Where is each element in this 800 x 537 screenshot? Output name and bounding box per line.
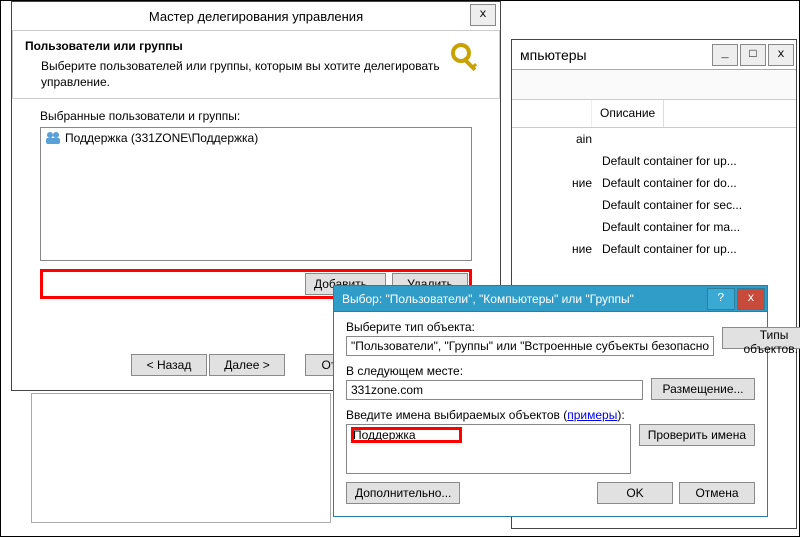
table-row[interactable]: Default container for sec... — [512, 194, 796, 216]
select-close-button[interactable]: x — [737, 288, 765, 310]
list-item-label: Поддержка (331ZONE\Поддержка) — [65, 131, 258, 145]
wizard-subheading: Выберите пользователей или группы, котор… — [25, 59, 447, 90]
wizard-close-button[interactable]: x — [470, 4, 496, 26]
table-row[interactable]: ain — [512, 128, 796, 150]
advanced-button[interactable]: Дополнительно... — [346, 482, 460, 504]
selected-users-label: Выбранные пользователи и группы: — [40, 109, 472, 123]
names-input[interactable]: Поддержка — [346, 424, 631, 474]
table-row[interactable]: Default container for up... — [512, 150, 796, 172]
table-row[interactable]: Default container for ma... — [512, 216, 796, 238]
table-row[interactable]: ниеDefault container for do... — [512, 172, 796, 194]
back-button[interactable]: < Назад — [131, 354, 207, 376]
bg-titlebar: мпьютеры _ □ x — [512, 40, 796, 70]
select-objects-dialog: Выбор: "Пользователи", "Компьютеры" или … — [333, 285, 768, 517]
table-row[interactable]: ниеDefault container for up... — [512, 238, 796, 260]
object-types-button[interactable]: Типы объектов... — [722, 327, 800, 349]
wizard-heading: Пользователи или группы — [25, 39, 447, 53]
wizard-header: Пользователи или группы Выберите пользов… — [12, 30, 500, 99]
ok-button[interactable]: OK — [597, 482, 673, 504]
group-icon — [45, 130, 61, 146]
select-cancel-button[interactable]: Отмена — [679, 482, 755, 504]
names-label: Введите имена выбираемых объектов (приме… — [346, 408, 631, 422]
list-item[interactable]: Поддержка (331ZONE\Поддержка) — [41, 128, 471, 148]
bg-maximize-button[interactable]: □ — [740, 44, 766, 66]
wizard-titlebar: Мастер делегирования управления x — [12, 2, 500, 30]
location-field: 331zone.com — [346, 380, 643, 400]
object-type-label: Выберите тип объекта: — [346, 320, 714, 334]
bg-column-headers: Описание — [512, 100, 796, 128]
bg-rows: ain Default container for up... ниеDefau… — [512, 128, 796, 260]
select-title: Выбор: "Пользователи", "Компьютеры" или … — [334, 292, 707, 306]
examples-link[interactable]: примеры — [567, 408, 617, 422]
wizard-title: Мастер делегирования управления — [149, 9, 363, 24]
bg-close-button[interactable]: x — [768, 44, 794, 66]
key-icon — [447, 39, 487, 79]
col-description[interactable]: Описание — [592, 100, 664, 127]
location-label: В следующем месте: — [346, 364, 643, 378]
bg-toolbar — [512, 70, 796, 100]
object-type-field: "Пользователи", "Группы" или "Встроенные… — [346, 336, 714, 356]
select-titlebar: Выбор: "Пользователи", "Компьютеры" или … — [334, 286, 767, 312]
names-input-value: Поддержка — [351, 427, 462, 443]
next-button[interactable]: Далее > — [209, 354, 285, 376]
locations-button[interactable]: Размещение... — [651, 378, 755, 400]
select-help-button[interactable]: ? — [707, 288, 735, 310]
bg-minimize-button[interactable]: _ — [712, 44, 738, 66]
check-names-button[interactable]: Проверить имена — [639, 424, 755, 446]
selected-users-list[interactable]: Поддержка (331ZONE\Поддержка) — [40, 127, 472, 261]
empty-scroll-pane[interactable] — [31, 393, 331, 523]
bg-title-text: мпьютеры — [512, 47, 587, 63]
